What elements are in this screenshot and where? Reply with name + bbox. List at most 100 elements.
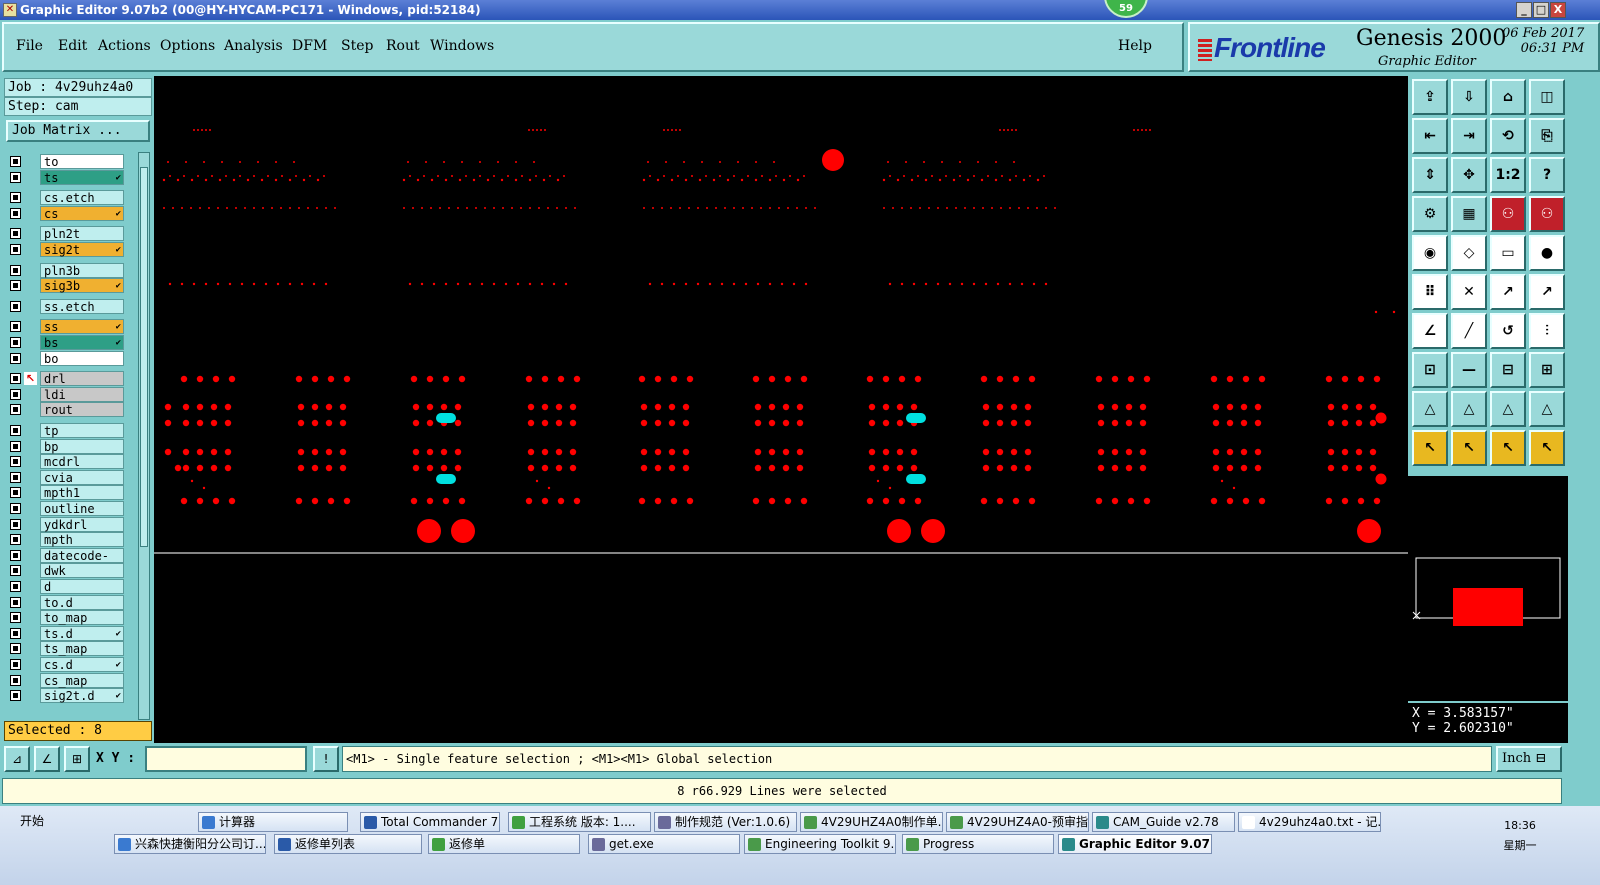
layer-checkbox[interactable] (10, 373, 21, 385)
layer-row[interactable]: ss ✔ (6, 319, 138, 335)
taskbar-button[interactable]: 计算器 (198, 812, 348, 832)
layer-row[interactable]: mpth1 (6, 485, 138, 501)
angle-icon[interactable]: ∠ (1412, 313, 1448, 349)
layer-row[interactable]: cs ✔ (6, 205, 138, 221)
stretch-icon[interactable]: ⊟ (1490, 352, 1526, 388)
layer-row[interactable]: ldi (6, 386, 138, 402)
start-button[interactable]: 开始 (2, 810, 56, 832)
layer-checkbox[interactable] (10, 549, 21, 561)
layer-row[interactable]: to_map (6, 610, 138, 626)
minimize-button[interactable]: _ (1516, 2, 1532, 18)
net-icon[interactable]: ⠿ (1412, 274, 1448, 310)
ruler-icon[interactable]: ▭ (1490, 235, 1526, 271)
layer-checkbox[interactable] (10, 690, 21, 702)
snap-button[interactable]: ⊿ (4, 746, 30, 772)
layer-row[interactable]: cs_map (6, 672, 138, 688)
pan-all-icon[interactable]: ✥ (1451, 157, 1487, 193)
layer-row[interactable]: dwk (6, 563, 138, 579)
taskbar-button[interactable]: Progress (902, 834, 1054, 854)
taskbar-button[interactable]: 4V29UHZ4A0制作单.... (800, 812, 943, 832)
menu-analysis[interactable]: Analysis (224, 38, 283, 54)
layer-checkbox[interactable] (10, 596, 21, 608)
layer-row[interactable]: bo (6, 350, 138, 366)
layer-row[interactable]: ts.d ✔ (6, 625, 138, 641)
slash-icon[interactable]: ╱ (1451, 313, 1487, 349)
layer-checkbox[interactable] (10, 565, 21, 577)
layer-row[interactable]: to (6, 154, 138, 169)
layer-checkbox[interactable] (10, 156, 21, 167)
layer-row[interactable]: bs ✔ (6, 335, 138, 350)
layer-row[interactable]: ↖ drl (6, 371, 138, 387)
layer-checkbox[interactable] (10, 337, 21, 348)
taskbar-button[interactable]: 4v29uhz4a0.txt - 记... (1238, 812, 1381, 832)
triangle-c-icon[interactable]: △ (1490, 391, 1526, 427)
triangle-a-icon[interactable]: △ (1412, 391, 1448, 427)
layers-b-icon[interactable]: ⚇ (1529, 196, 1565, 232)
xy-input[interactable] (145, 746, 307, 772)
zoom-home-icon[interactable]: ⇪ (1412, 79, 1448, 115)
layer-checkbox[interactable] (10, 674, 21, 686)
menu-step[interactable]: Step (341, 38, 373, 54)
layer-row[interactable]: ts_map (6, 641, 138, 657)
layer-checkbox[interactable] (10, 440, 21, 452)
layer-checkbox[interactable] (10, 659, 21, 670)
move-icon[interactable]: ⊡ (1412, 352, 1448, 388)
layer-checkbox[interactable] (10, 321, 21, 333)
pad-icon[interactable]: ◉ (1412, 235, 1448, 271)
taskbar-button[interactable]: 返修单 (428, 834, 580, 854)
pan-left-icon[interactable]: ⇤ (1412, 118, 1448, 154)
layer-checkbox[interactable] (10, 264, 21, 276)
zoom-out-icon[interactable]: ⇩ (1451, 79, 1487, 115)
taskbar-button[interactable]: 工程系统 版本: 1.... (508, 812, 651, 832)
layer-row[interactable]: cs.d ✔ (6, 657, 138, 672)
layer-row[interactable]: pln2t (6, 226, 138, 242)
fit-vertical-icon[interactable]: ⇕ (1412, 157, 1448, 193)
triangle-d-icon[interactable]: △ (1529, 391, 1565, 427)
units-select[interactable]: Inch ⊟ (1496, 746, 1562, 772)
polygon-icon[interactable]: ◇ (1451, 235, 1487, 271)
select-c-icon[interactable]: ↖ (1490, 430, 1526, 466)
taskbar-button[interactable]: Graphic Editor 9.07b2 ... (1058, 834, 1212, 854)
triangle-b-icon[interactable]: △ (1451, 391, 1487, 427)
overview-map[interactable] (1408, 476, 1568, 701)
layer-row[interactable]: d (6, 579, 138, 594)
layer-checkbox[interactable] (10, 171, 21, 183)
pan-right-icon[interactable]: ⇥ (1451, 118, 1487, 154)
copy-icon[interactable]: ⊞ (1529, 352, 1565, 388)
layer-row[interactable]: pln3b (6, 262, 138, 278)
layer-row[interactable]: ydkdrl (6, 516, 138, 532)
layer-checkbox[interactable] (10, 425, 21, 436)
taskbar-button[interactable]: CAM_Guide v2.78 (1092, 812, 1235, 832)
layer-checkbox[interactable] (10, 643, 21, 655)
cross-icon[interactable]: ✕ (1451, 274, 1487, 310)
layer-row[interactable]: datecode-to (6, 547, 138, 577)
flip-icon[interactable]: ⫶ (1529, 313, 1565, 349)
scale-icon[interactable]: 1:2 (1490, 157, 1526, 193)
close-button[interactable]: X (1550, 2, 1566, 18)
taskbar-button[interactable]: 返修单列表 (274, 834, 422, 854)
graphic-canvas[interactable] (154, 76, 1408, 743)
layer-row[interactable]: cs.etch (6, 190, 138, 206)
grid-icon[interactable]: ▦ (1451, 196, 1487, 232)
layer-row[interactable]: sig2t ✔ (6, 242, 138, 257)
layer-checkbox[interactable] (10, 228, 21, 240)
layer-checkbox[interactable] (10, 300, 21, 312)
page-icon[interactable]: ◫ (1529, 79, 1565, 115)
layer-row[interactable]: to.d (6, 594, 138, 610)
line-a-icon[interactable]: ↗ (1490, 274, 1526, 310)
layer-checkbox[interactable] (10, 581, 21, 592)
layer-row[interactable]: mcdrl (6, 454, 138, 470)
layer-checkbox[interactable] (10, 612, 21, 624)
settings-icon[interactable]: ⚙ (1412, 196, 1448, 232)
menu-dfm[interactable]: DFM (292, 38, 327, 54)
taskbar-button[interactable]: 兴森快捷衡阳分公司订... (114, 834, 266, 854)
select-a-icon[interactable]: ↖ (1412, 430, 1448, 466)
layer-checkbox[interactable] (10, 471, 21, 483)
taskbar-button[interactable]: Total Commander 7.0 ... (360, 812, 500, 832)
menu-windows[interactable]: Windows (430, 38, 494, 54)
layer-checkbox[interactable] (10, 207, 21, 219)
layer-checkbox[interactable] (10, 503, 21, 514)
layer-checkbox[interactable] (10, 456, 21, 468)
layer-scrollbar[interactable] (138, 152, 150, 720)
layer-row[interactable]: outline (6, 501, 138, 516)
